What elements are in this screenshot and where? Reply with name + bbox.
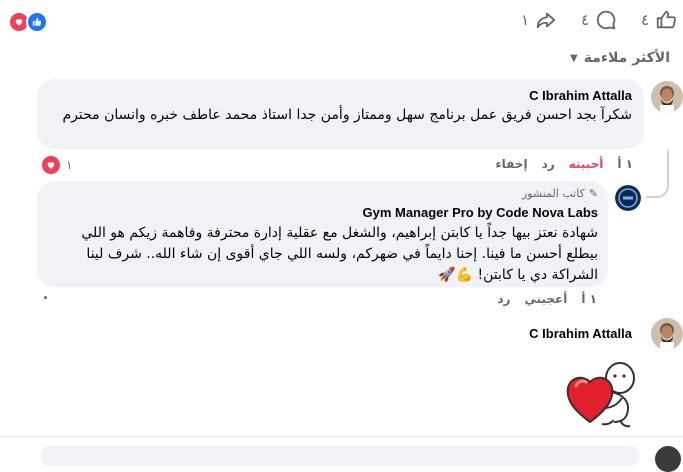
- love-reaction-icon: [40, 154, 62, 176]
- comment-reaction-count[interactable]: ١: [40, 154, 72, 176]
- comment-button[interactable]: ٤: [581, 9, 617, 31]
- author-badge: ✎ كاتب المنشور: [522, 187, 598, 200]
- comment-author[interactable]: C Ibrahim Attalla: [529, 88, 632, 103]
- share-button[interactable]: ١: [521, 9, 557, 31]
- avatar[interactable]: [651, 318, 683, 350]
- caret-down-icon: ▼: [570, 52, 578, 64]
- page-avatar[interactable]: [615, 185, 641, 211]
- write-comment-field[interactable]: [40, 446, 640, 466]
- like-count: ٤: [641, 11, 650, 29]
- reply-text: شهادة نعتز بيها جداً يا كابتن إبراهيم، و…: [81, 225, 598, 283]
- action-bar: ١ ٤ ٤: [0, 0, 683, 40]
- comment-author[interactable]: C Ibrahim Attalla: [529, 326, 632, 341]
- avatar[interactable]: [655, 446, 681, 472]
- reply-button[interactable]: رد: [542, 157, 555, 171]
- comment-actions: ١ أ أحببته رد إخفاء: [496, 157, 633, 171]
- share-icon: [536, 12, 556, 29]
- hide-button[interactable]: إخفاء: [496, 157, 528, 171]
- reaction-summary[interactable]: [8, 11, 48, 33]
- like-button[interactable]: أعجبني: [524, 292, 567, 306]
- avatar[interactable]: [651, 81, 683, 113]
- reply-author[interactable]: Gym Manager Pro by Code Nova Labs: [362, 205, 598, 220]
- comment-count: ٤: [581, 11, 590, 29]
- divider: [0, 436, 683, 437]
- sort-label: الأكثر ملاءمة: [583, 50, 670, 66]
- love-button[interactable]: أحببته: [569, 157, 604, 171]
- comment-bubble: C Ibrahim Attalla شكرآ بجد احسن فريق عمل…: [37, 79, 644, 149]
- heart-hug-sticker: [562, 350, 647, 435]
- like-reaction-icon: [26, 11, 48, 33]
- pencil-icon: ✎: [588, 187, 598, 200]
- reply-button[interactable]: رد: [497, 292, 510, 306]
- comment-time[interactable]: ١ أ: [617, 157, 633, 171]
- comment-icon: [596, 10, 616, 30]
- reply-actions: ١ أ أعجبني رد: [497, 292, 597, 306]
- thread-line: [646, 150, 669, 198]
- sort-dropdown[interactable]: الأكثر ملاءمة ▼: [570, 50, 670, 66]
- comment-text: شكرآ بجد احسن فريق عمل برنامج سهل وممتاز…: [62, 107, 632, 123]
- like-button[interactable]: ٤: [641, 9, 677, 31]
- reply-bubble: ✎ كاتب المنشور Gym Manager Pro by Code N…: [37, 181, 608, 287]
- dot-marker: [44, 296, 47, 299]
- reaction-count: ١: [66, 158, 73, 172]
- reply-time[interactable]: ١ أ: [581, 292, 597, 306]
- thumbs-up-icon: [656, 10, 676, 29]
- author-badge-label: كاتب المنشور: [521, 187, 585, 200]
- share-count: ١: [521, 11, 530, 29]
